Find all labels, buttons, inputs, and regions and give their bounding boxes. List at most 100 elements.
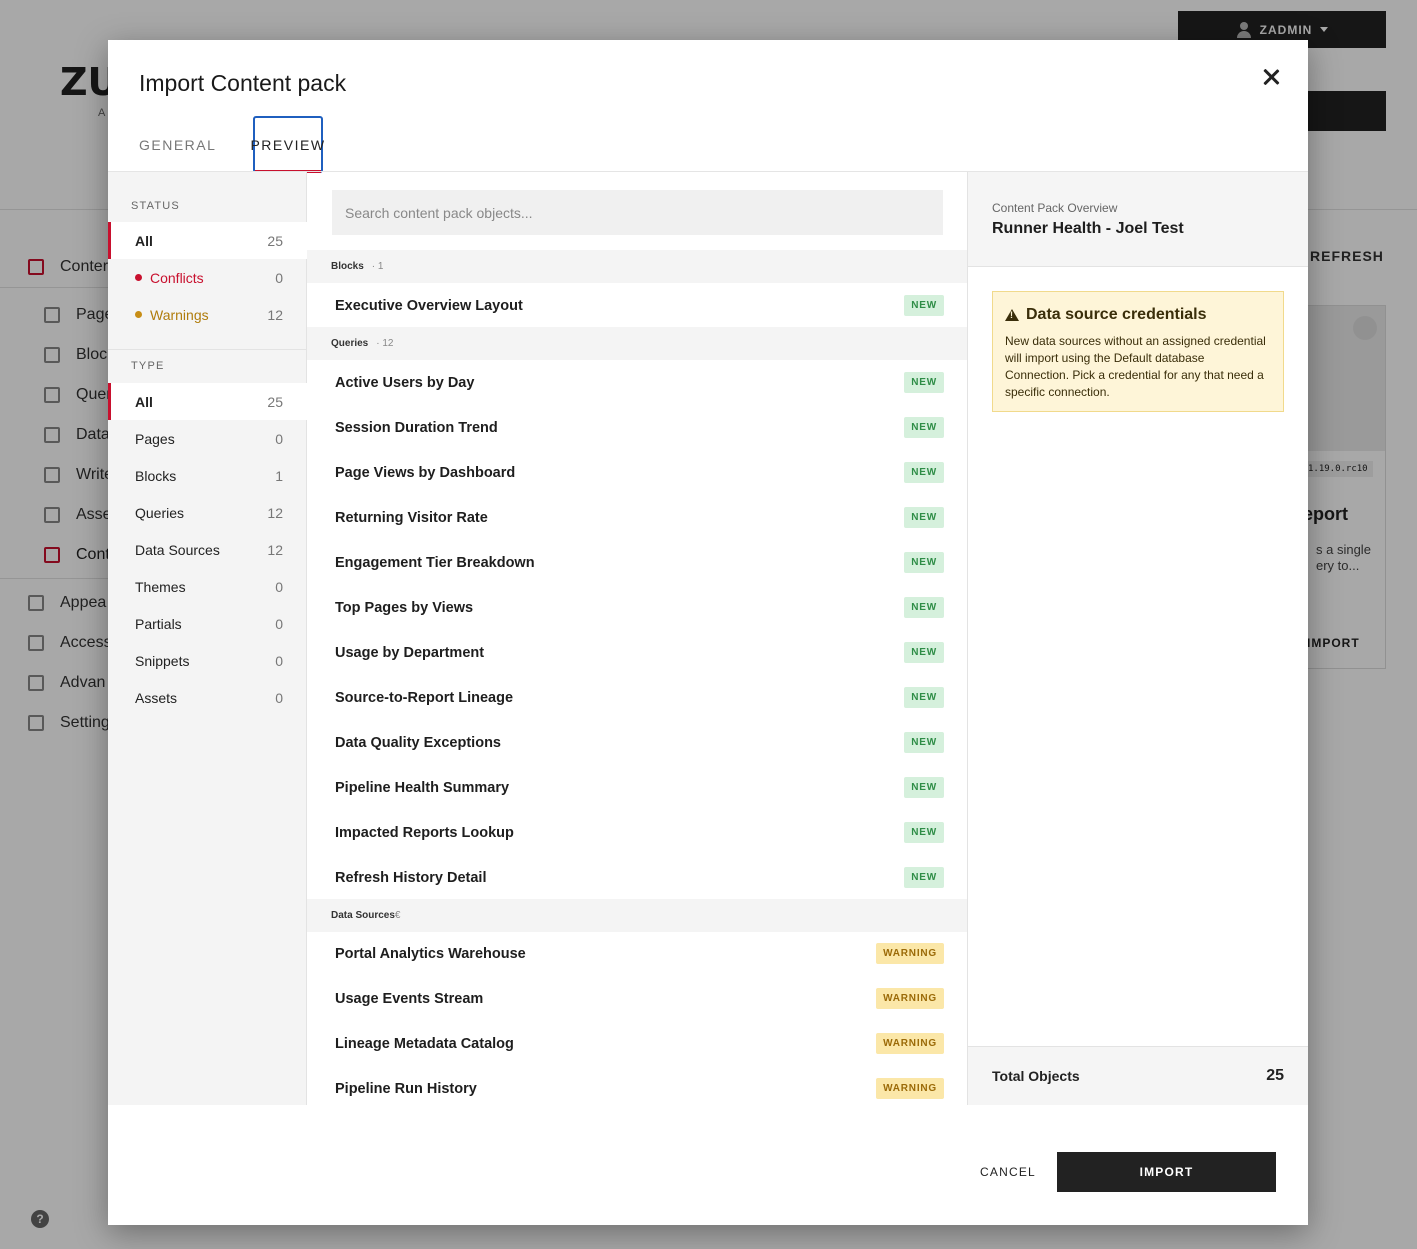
type-heading: TYPE xyxy=(131,360,165,372)
list-item[interactable]: Top Pages by Views NEW xyxy=(307,585,967,630)
group-name: Blocks xyxy=(331,261,364,272)
status-badge: NEW xyxy=(904,372,944,393)
item-name: Usage by Department xyxy=(335,644,485,661)
item-name: Pipeline Health Summary xyxy=(335,779,510,796)
item-name: Session Duration Trend xyxy=(335,419,498,436)
list-item[interactable]: Pipeline Health Summary NEW xyxy=(307,765,967,810)
list-item[interactable]: Returning Visitor Rate NEW xyxy=(307,495,967,540)
overview-header: Content Pack Overview Runner Health - Jo… xyxy=(968,172,1308,267)
list-item[interactable]: Portal Analytics Warehouse WARNING xyxy=(307,931,967,976)
filter-count: 25 xyxy=(267,393,283,410)
status-badge: NEW xyxy=(904,462,944,483)
close-icon[interactable] xyxy=(1258,64,1284,90)
item-name: Top Pages by Views xyxy=(335,599,474,616)
item-name: Executive Overview Layout xyxy=(335,297,523,314)
status-badge: WARNING xyxy=(876,988,944,1009)
item-name: Source-to-Report Lineage xyxy=(335,689,514,706)
list-item[interactable]: Usage Events Stream WARNING xyxy=(307,976,967,1021)
warning-dot-icon xyxy=(135,311,142,318)
total-objects-row: Total Objects 25 xyxy=(968,1046,1308,1105)
filter-count: 12 xyxy=(267,306,283,323)
filter-type-data-sources[interactable]: Data Sources 12 xyxy=(108,531,307,568)
item-name: Returning Visitor Rate xyxy=(335,509,488,526)
status-badge: WARNING xyxy=(876,1078,944,1099)
status-badge: NEW xyxy=(904,507,944,528)
filter-label: Assets xyxy=(135,689,178,706)
list-item[interactable]: Impacted Reports Lookup NEW xyxy=(307,810,967,855)
group-count: · 12 xyxy=(376,338,394,349)
filter-type-assets[interactable]: Assets 0 xyxy=(108,679,307,716)
status-badge: NEW xyxy=(904,777,944,798)
filter-count: 1 xyxy=(275,467,283,484)
search-input[interactable] xyxy=(332,190,943,235)
dialog-title: Import Content pack xyxy=(139,70,347,96)
filter-status-warnings[interactable]: Warnings 12 xyxy=(108,296,307,333)
status-badge: NEW xyxy=(904,732,944,753)
filter-type-queries[interactable]: Queries 12 xyxy=(108,494,307,531)
filter-label: Data Sources xyxy=(135,541,220,558)
list-item[interactable]: Source-to-Report Lineage NEW xyxy=(307,675,967,720)
item-name: Usage Events Stream xyxy=(335,990,484,1007)
list-item[interactable]: Data Quality Exceptions NEW xyxy=(307,720,967,765)
item-name: Lineage Metadata Catalog xyxy=(335,1035,514,1052)
status-badge: NEW xyxy=(904,687,944,708)
list-item[interactable]: Lineage Metadata Catalog WARNING xyxy=(307,1021,967,1066)
filter-label: Partials xyxy=(135,615,182,632)
filter-label: Themes xyxy=(135,578,186,595)
overview-subtitle: Content Pack Overview xyxy=(992,201,1118,215)
filter-label: Warnings xyxy=(150,306,209,323)
list-item[interactable]: Engagement Tier Breakdown NEW xyxy=(307,540,967,585)
filter-count: 0 xyxy=(275,578,283,595)
cancel-button[interactable]: CANCEL xyxy=(973,1152,1043,1192)
alert-header: Data source credentials xyxy=(1005,306,1271,324)
tab-preview[interactable]: PREVIEW xyxy=(250,116,324,173)
list-item[interactable]: Usage by Department NEW xyxy=(307,630,967,675)
filter-type-themes[interactable]: Themes 0 xyxy=(108,568,307,605)
tab-general[interactable]: GENERAL xyxy=(139,116,216,173)
status-badge: NEW xyxy=(904,417,944,438)
filter-count: 0 xyxy=(275,689,283,706)
total-value: 25 xyxy=(1266,1067,1284,1084)
group-name: Data Sources xyxy=(331,910,395,921)
filter-status-conflicts[interactable]: Conflicts 0 xyxy=(108,259,307,296)
status-badge: WARNING xyxy=(876,943,944,964)
object-list[interactable]: Blocks· 1 Executive Overview Layout NEW … xyxy=(307,172,968,1105)
list-item[interactable]: Session Duration Trend NEW xyxy=(307,405,967,450)
filter-status-all[interactable]: All 25 xyxy=(108,222,307,259)
group-header-blocks: Blocks · 1 xyxy=(307,250,967,283)
list-item[interactable]: Active Users by Day NEW xyxy=(307,360,967,405)
item-name: Portal Analytics Warehouse xyxy=(335,945,526,962)
item-name: Active Users by Day xyxy=(335,374,475,391)
conflict-dot-icon xyxy=(135,274,142,281)
list-item[interactable]: Executive Overview Layout NEW xyxy=(307,283,967,328)
filter-label: All xyxy=(135,232,153,249)
list-item[interactable]: Refresh History Detail NEW xyxy=(307,855,967,900)
import-button[interactable]: IMPORT xyxy=(1057,1152,1276,1192)
overview-title: Runner Health - Joel Test xyxy=(992,220,1184,237)
filter-type-pages[interactable]: Pages 0 xyxy=(108,420,307,457)
alert-text: New data sources without an assigned cre… xyxy=(1005,334,1266,399)
item-name: Data Quality Exceptions xyxy=(335,734,501,751)
alert-title: Data source credentials xyxy=(1026,306,1207,323)
status-badge: NEW xyxy=(904,642,944,663)
overview-panel: Content Pack Overview Runner Health - Jo… xyxy=(968,172,1308,1105)
filter-type-partials[interactable]: Partials 0 xyxy=(108,605,307,642)
list-item[interactable]: Pipeline Run History WARNING xyxy=(307,1066,967,1105)
import-content-pack-dialog: Import Content pack GENERAL PREVIEW STAT… xyxy=(108,40,1308,1225)
list-item[interactable]: Page Views by Dashboard NEW xyxy=(307,450,967,495)
filter-label: Snippets xyxy=(135,652,190,669)
group-count: · 1 xyxy=(371,261,384,272)
filter-type-snippets[interactable]: Snippets 0 xyxy=(108,642,307,679)
item-name: Page Views by Dashboard xyxy=(335,464,516,481)
filter-type-all[interactable]: All 25 xyxy=(108,383,307,420)
filter-type-blocks[interactable]: Blocks 1 xyxy=(108,457,307,494)
warning-icon xyxy=(1005,309,1019,321)
filter-count: 12 xyxy=(267,504,283,521)
status-badge: NEW xyxy=(904,597,944,618)
status-badge: NEW xyxy=(904,822,944,843)
item-name: Pipeline Run History xyxy=(335,1080,477,1097)
status-badge: NEW xyxy=(904,867,944,888)
group-header-queries: Queries · 12 xyxy=(307,327,967,360)
status-badge: WARNING xyxy=(876,1033,944,1054)
preview-body: STATUS All 25 Conflicts 0 Warnings 12 TY… xyxy=(108,171,1308,1105)
